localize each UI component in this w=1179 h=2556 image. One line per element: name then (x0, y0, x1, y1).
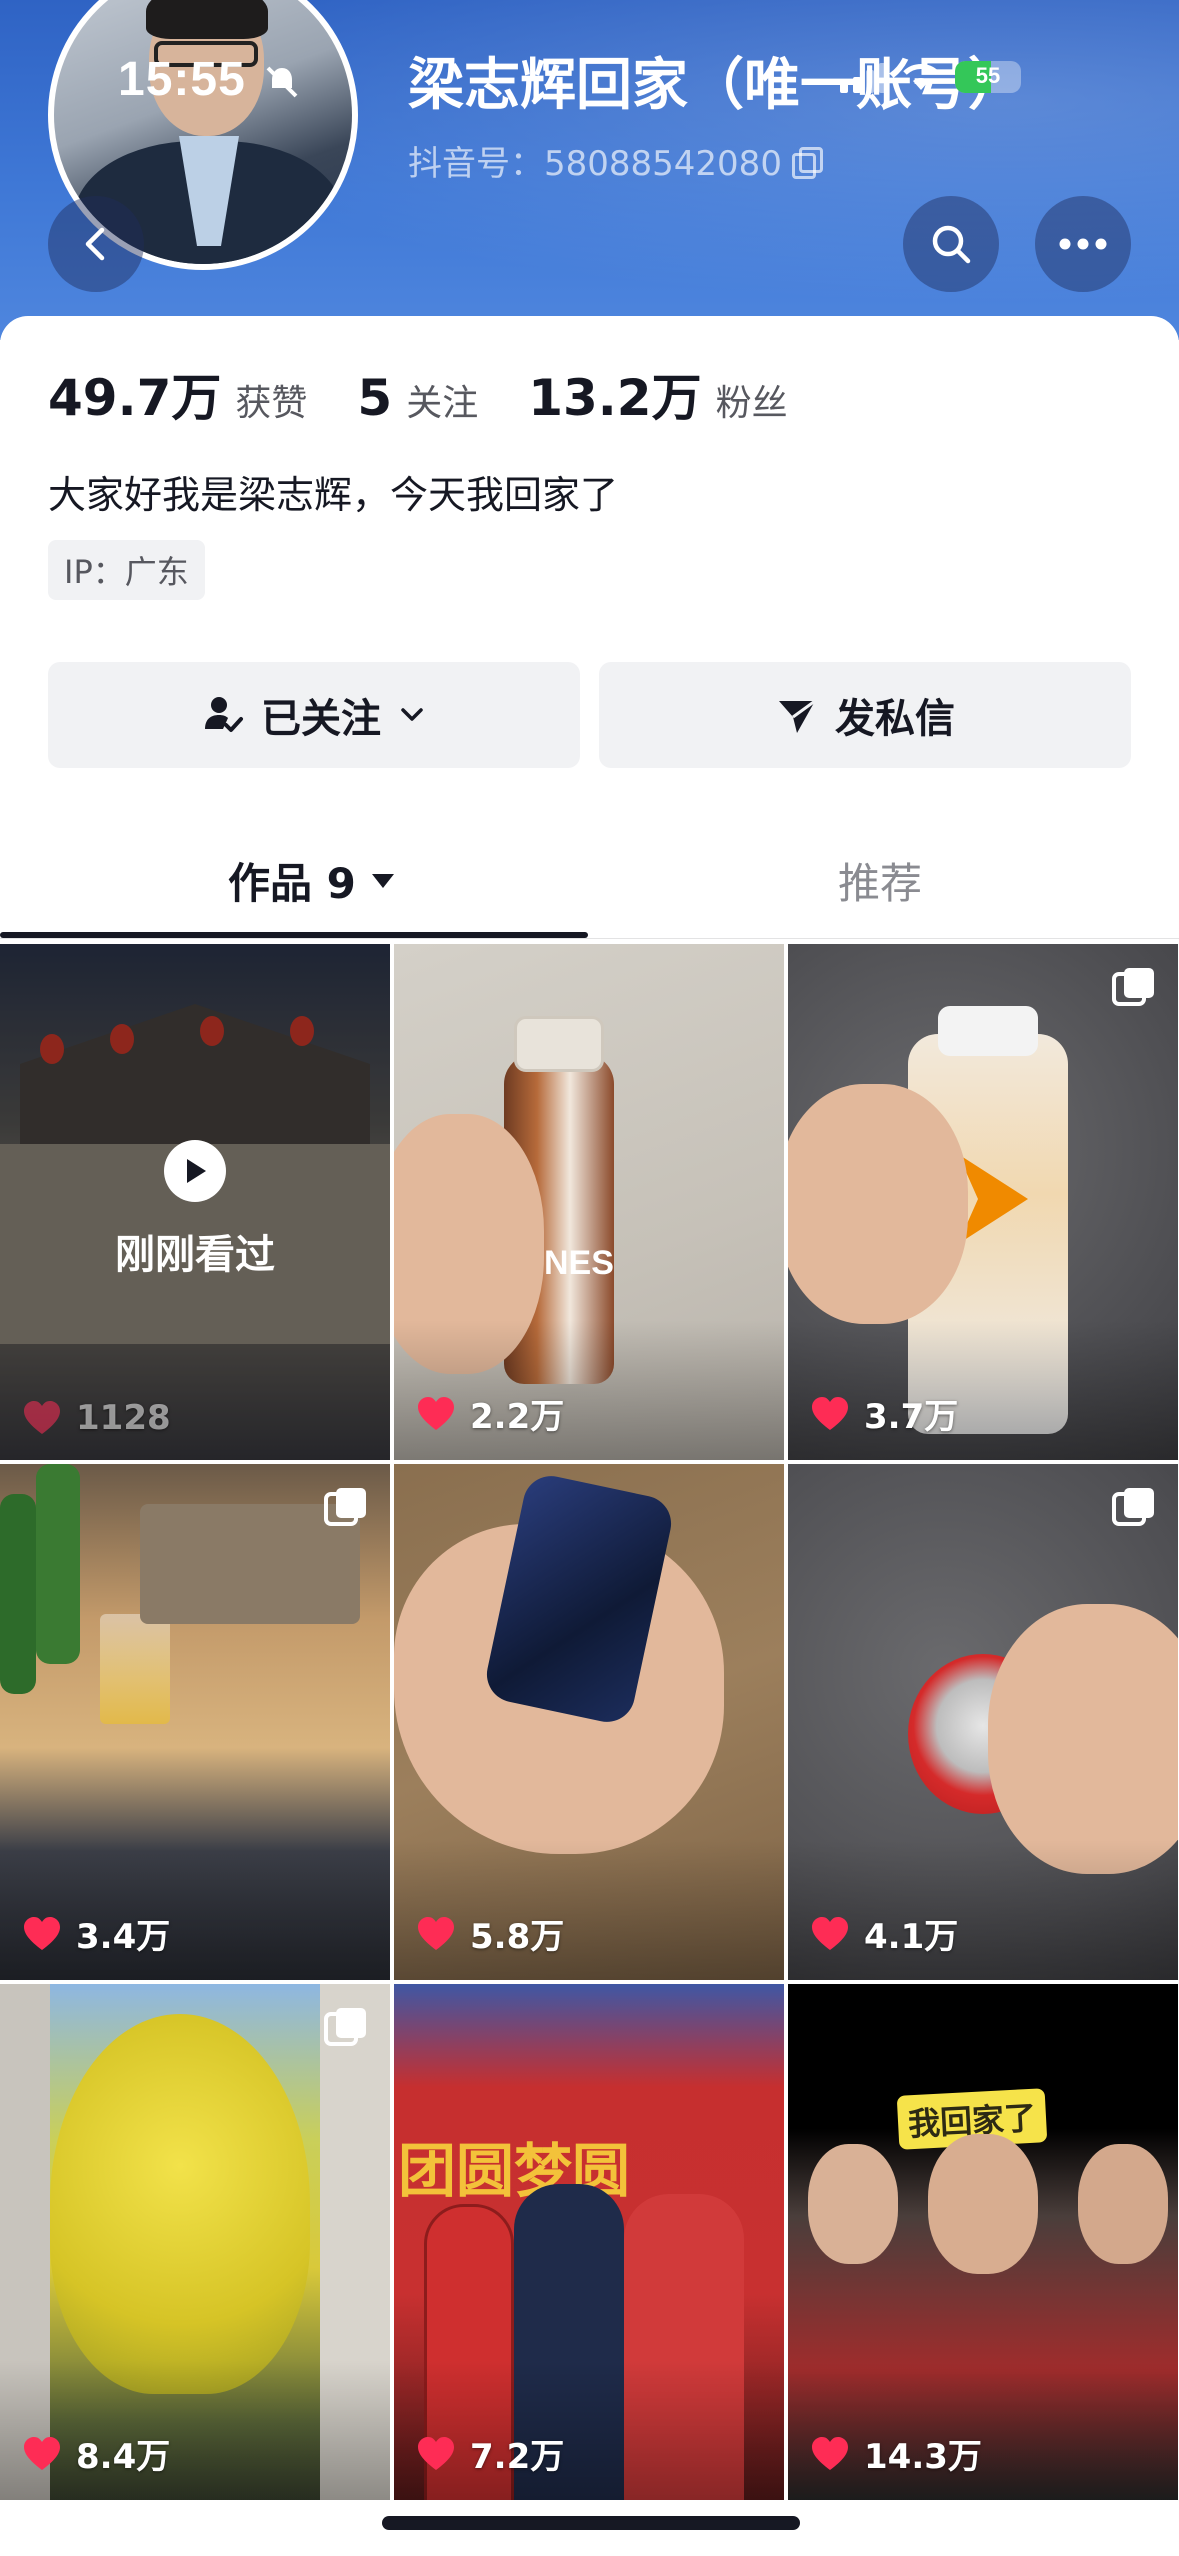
stat-value: 13.2万 (528, 369, 702, 427)
search-button[interactable] (903, 196, 999, 292)
profile-bio: 大家好我是梁志辉，今天我回家了 (48, 473, 619, 517)
multi-image-icon (1112, 968, 1154, 1006)
user-check-icon (205, 697, 243, 732)
recently-watched-label: 刚刚看过 (115, 1232, 275, 1278)
avatar-hair (146, 0, 268, 39)
like-count: 5.8万 (416, 1909, 564, 1958)
stat-followers[interactable]: 13.2万 粉丝 (528, 358, 787, 430)
cellular-signal-icon (840, 61, 887, 93)
copy-icon[interactable] (791, 146, 823, 179)
tab-recommend[interactable]: 推荐 (838, 850, 922, 911)
video-tile[interactable]: 4.1万 (788, 1464, 1178, 1980)
heart-icon (418, 2436, 454, 2470)
video-tile[interactable]: 3.4万 (0, 1464, 390, 1980)
send-message-label: 发私信 (835, 696, 955, 742)
like-count: 2.2万 (416, 1389, 564, 1438)
back-button[interactable] (48, 196, 144, 292)
like-count-text: 3.7万 (864, 1397, 959, 1437)
heart-icon (418, 1396, 454, 1430)
like-count: 14.3万 (810, 2429, 982, 2478)
stat-likes[interactable]: 49.7万 获赞 (48, 358, 307, 430)
multi-image-icon (1112, 1488, 1154, 1526)
heart-icon (812, 1916, 848, 1950)
battery-percent: 55 (975, 63, 1001, 88)
video-tile[interactable]: 我回家了 14.3万 (788, 1984, 1178, 2500)
tab-works[interactable]: 作品 9 (228, 850, 396, 911)
face (928, 2134, 1038, 2274)
douyin-id: 抖音号：58088542080 (408, 144, 782, 184)
caret-down-icon (371, 873, 394, 888)
like-count: 1128 (22, 1398, 171, 1438)
multi-image-icon (324, 2008, 366, 2046)
heart-icon (812, 2436, 848, 2470)
heart-icon (24, 1916, 60, 1950)
like-count-text: 2.2万 (470, 1397, 565, 1437)
stat-following[interactable]: 5 关注 (357, 369, 478, 427)
heart-icon (418, 1916, 454, 1950)
video-tile[interactable]: 团圆梦圆 7.2万 (394, 1984, 784, 2500)
search-icon (932, 225, 971, 264)
heart-icon (812, 1396, 848, 1430)
face (1078, 2144, 1168, 2264)
like-count-text: 5.8万 (470, 1917, 565, 1957)
like-count-text: 3.4万 (76, 1917, 171, 1957)
ginkgo-tree (50, 2014, 310, 2394)
chevron-down-icon (401, 708, 423, 721)
stat-label: 关注 (406, 383, 479, 424)
beer-bottle (0, 1494, 36, 1694)
home-indicator[interactable] (382, 2516, 800, 2530)
heart-icon (24, 2436, 60, 2470)
ip-location-tag: IP：广东 (48, 540, 205, 600)
stat-value: 49.7万 (48, 369, 222, 427)
play-icon (164, 1140, 226, 1202)
status-indicators: 55 (840, 60, 1021, 94)
paper-plane-icon (779, 699, 816, 733)
tab-divider (0, 938, 1179, 939)
hand (988, 1604, 1178, 1874)
more-dots-icon (1059, 238, 1107, 250)
douyin-id-row: 抖音号：58088542080 (408, 136, 823, 185)
video-tile[interactable]: 8.4万 (0, 1984, 390, 2500)
like-count: 7.2万 (416, 2429, 564, 2478)
beer-bottle (36, 1464, 80, 1664)
face (808, 2144, 898, 2264)
like-count: 3.7万 (810, 1389, 958, 1438)
multi-image-icon (324, 1488, 366, 1526)
like-count: 3.4万 (22, 1909, 170, 1958)
following-label: 已关注 (261, 696, 381, 742)
like-count-text: 4.1万 (864, 1917, 959, 1957)
video-tile[interactable]: 3.7万 (788, 944, 1178, 1460)
send-message-button[interactable]: 发私信 (599, 662, 1131, 768)
bottle-cap (514, 1016, 604, 1072)
status-time: 15:55 (118, 53, 246, 106)
stat-label: 粉丝 (715, 383, 788, 424)
video-tile[interactable]: NES 2.2万 (394, 944, 784, 1460)
following-button[interactable]: 已关注 (48, 662, 580, 768)
tab-recommend-label: 推荐 (838, 859, 923, 908)
like-count: 4.1万 (810, 1909, 958, 1958)
like-count-text: 8.4万 (76, 2437, 171, 2477)
beer-glass (100, 1614, 170, 1724)
heart-icon (24, 1401, 60, 1434)
tab-works-label: 作品 9 (228, 859, 356, 908)
profile-stats: 49.7万 获赞 5 关注 13.2万 粉丝 (48, 358, 838, 430)
content-tabs: 作品 9 推荐 (0, 840, 1179, 940)
like-count-text: 1128 (76, 1398, 171, 1438)
video-tile[interactable]: 5.8万 (394, 1464, 784, 1980)
silent-bell-icon (266, 66, 298, 98)
hand (788, 1084, 968, 1324)
bottle-cap (938, 1006, 1038, 1056)
watched-overlay (0, 944, 390, 1460)
bottle-brand-text: NES (544, 1244, 614, 1282)
video-tile[interactable]: 刚刚看过 1128 (0, 944, 390, 1460)
wifi-icon (903, 64, 939, 90)
chevron-left-icon (85, 227, 105, 261)
battery-icon: 55 (955, 61, 1021, 93)
stat-value: 5 (357, 369, 393, 427)
like-count: 8.4万 (22, 2429, 170, 2478)
more-options-button[interactable] (1035, 196, 1131, 292)
like-count-text: 7.2万 (470, 2437, 565, 2477)
stat-label: 获赞 (235, 383, 308, 424)
like-count-text: 14.3万 (864, 2437, 982, 2477)
